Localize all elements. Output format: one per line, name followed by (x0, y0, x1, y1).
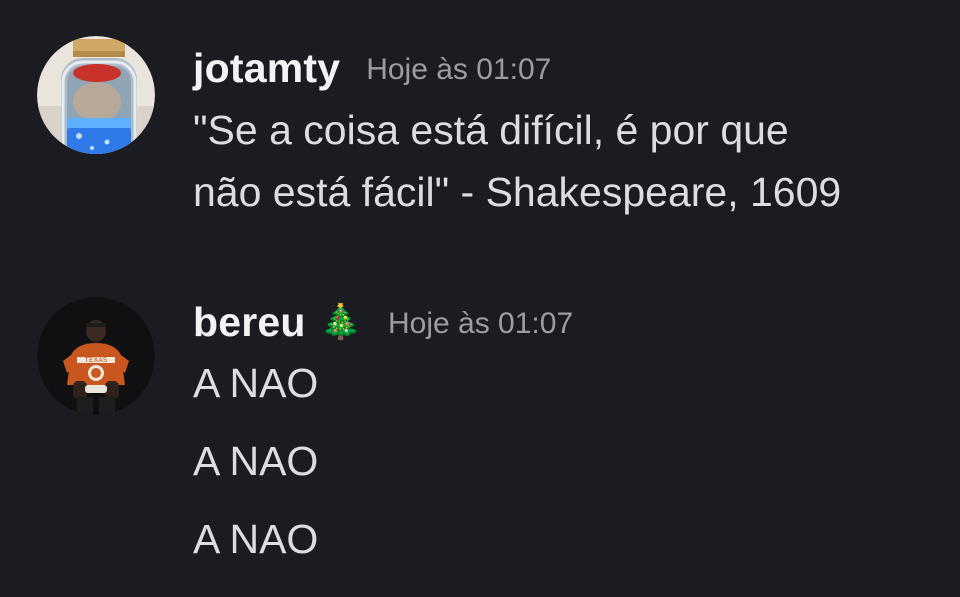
message-header: jotamty Hoje às 01:07 (193, 40, 551, 96)
timestamp[interactable]: Hoje às 01:07 (366, 53, 551, 87)
football-player-avatar-icon: TEXAS (37, 297, 155, 415)
christmas-tree-icon: 🎄 (319, 303, 362, 341)
message-bereu: TEXAS bereu 🎄 Hoje às 01:07 A NAO A NAO … (0, 280, 960, 597)
timestamp[interactable]: Hoje às 01:07 (388, 307, 573, 341)
avatar[interactable]: TEXAS (37, 297, 155, 415)
message-text-line: A NAO (193, 438, 319, 484)
svg-text:TEXAS: TEXAS (84, 356, 108, 364)
jar-with-cat-avatar-icon (37, 36, 155, 154)
message-jotamty: jotamty Hoje às 01:07 "Se a coisa está d… (0, 0, 960, 250)
message-header: bereu 🎄 Hoje às 01:07 (193, 294, 573, 350)
message-text-line: A NAO (193, 360, 319, 406)
message-text-line: não está fácil" - Shakespeare, 1609 (193, 169, 842, 215)
username[interactable]: jotamty (193, 45, 340, 92)
username[interactable]: bereu (193, 299, 306, 346)
avatar[interactable] (37, 36, 155, 154)
message-text-line: A NAO (193, 516, 319, 562)
message-text-line: "Se a coisa está difícil, é por que (193, 107, 789, 153)
